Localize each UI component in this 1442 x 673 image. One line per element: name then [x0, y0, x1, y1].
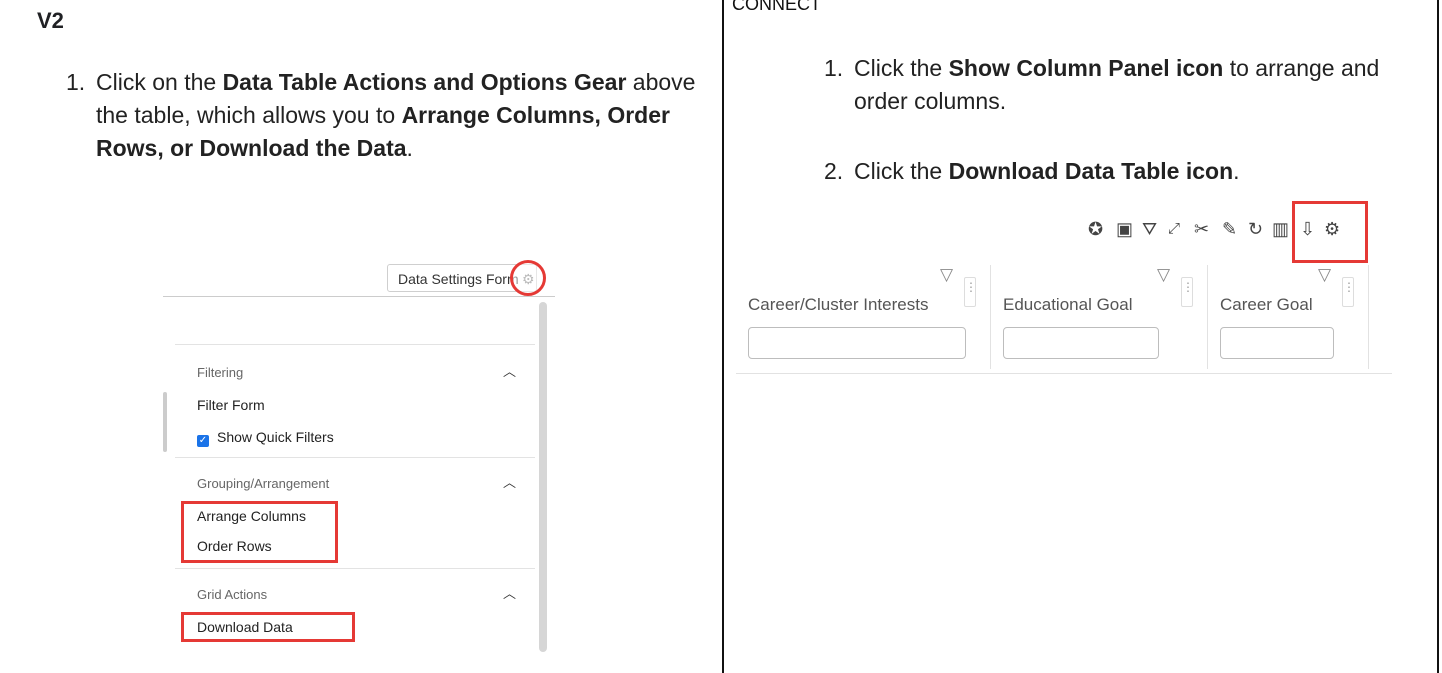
step-number: 1. [66, 69, 86, 95]
expand-icon[interactable]: ⤢ [1168, 217, 1180, 241]
panel-divider [163, 296, 555, 297]
column-menu-icon[interactable]: ⋮ [964, 277, 977, 307]
chevron-up-icon[interactable]: ︿ [503, 583, 516, 602]
highlight-column-download-icons [1292, 201, 1368, 263]
step-part: . [406, 135, 413, 161]
chevron-up-icon[interactable]: ︿ [503, 361, 516, 380]
column-menu-icon[interactable]: ⋮ [1181, 277, 1194, 307]
step-part: . [1233, 158, 1240, 184]
menu-section-filtering: Filtering ︿ Filter Form ✓ Show Quick Filt… [175, 344, 535, 457]
chevron-up-icon[interactable]: ︿ [503, 472, 516, 491]
menu-item-filter-form[interactable]: Filter Form [197, 397, 265, 413]
checkbox-checked-icon[interactable]: ✓ [197, 435, 209, 447]
filter-icon[interactable]: ▽ [1318, 265, 1331, 285]
step-text: Click on the Data Table Actions and Opti… [96, 66, 696, 165]
step-part-bold: Show Column Panel icon [948, 55, 1224, 81]
item-label: Show Quick Filters [217, 429, 334, 445]
highlight-arrange-order [181, 501, 338, 563]
right-border [1437, 0, 1439, 673]
column-filter-input[interactable] [1220, 327, 1334, 359]
menu-item-show-quick-filters[interactable]: ✓ Show Quick Filters [197, 429, 334, 447]
scrollbar[interactable] [539, 302, 547, 652]
step-text: Click the Download Data Table icon. [854, 155, 1424, 188]
section-heading[interactable]: Grouping/Arrangement [197, 476, 329, 491]
column-separator [1368, 265, 1369, 369]
step-text: Click the Show Column Panel icon to arra… [854, 52, 1424, 118]
left-column: V2 1. Click on the Data Table Actions an… [0, 0, 722, 673]
grid-column-1: ▽ ⋮ Career/Cluster Interests [736, 265, 990, 369]
column-filter-input[interactable] [748, 327, 966, 359]
column-title-v2: V2 [37, 8, 64, 33]
column-title-connect: CONNECT [732, 0, 821, 14]
filter-icon[interactable]: ▽ [1157, 265, 1170, 285]
filter-icon[interactable]: ▽ [940, 265, 953, 285]
refresh-icon[interactable]: ↻ [1248, 217, 1263, 241]
step-part-bold: Download Data Table icon [948, 158, 1234, 184]
gear-highlight-circle[interactable]: ⚙ [510, 260, 546, 296]
filter-list-icon[interactable]: ⛛ [1142, 217, 1157, 241]
step-number: 1. [824, 55, 844, 81]
data-settings-panel: Data Settings Form ⚙ Filtering ︿ Filter … [163, 252, 555, 652]
step-part: Click the [854, 55, 949, 81]
column-header[interactable]: Educational Goal [1003, 295, 1132, 315]
gear-icon[interactable]: ⚙ [522, 271, 535, 288]
grid-column-2: ▽ ⋮ Educational Goal [991, 265, 1207, 369]
save-icon[interactable]: ▣ [1116, 217, 1133, 241]
step-part: Click on the [96, 69, 223, 95]
section-heading[interactable]: Filtering [197, 365, 243, 380]
data-grid: ▽ ⋮ Career/Cluster Interests ▽ ⋮ Educati… [736, 265, 1392, 374]
column-filter-input[interactable] [1003, 327, 1159, 359]
scrollbar-left[interactable] [163, 392, 167, 452]
magic-wand-icon[interactable]: ✎ [1222, 217, 1237, 241]
section-heading[interactable]: Grid Actions [197, 587, 267, 602]
step-part-bold: Data Table Actions and Options Gear [222, 69, 627, 95]
highlight-download [181, 612, 355, 642]
puzzle-icon[interactable]: ✪ [1088, 217, 1103, 241]
column-header[interactable]: Career Goal [1220, 295, 1313, 315]
column-header[interactable]: Career/Cluster Interests [748, 295, 928, 315]
tools-icon[interactable]: ✂ [1194, 217, 1209, 241]
settings-menu: Filtering ︿ Filter Form ✓ Show Quick Filt… [175, 344, 535, 652]
grid-column-3: ▽ ⋮ Career Goal [1208, 265, 1368, 369]
step-part: Click the [854, 158, 949, 184]
column-menu-icon[interactable]: ⋮ [1342, 277, 1355, 307]
step-number: 2. [824, 158, 844, 184]
right-column: CONNECT 1. Click the Show Column Panel i… [724, 0, 1437, 673]
columns-icon[interactable]: ▥ [1272, 217, 1289, 241]
